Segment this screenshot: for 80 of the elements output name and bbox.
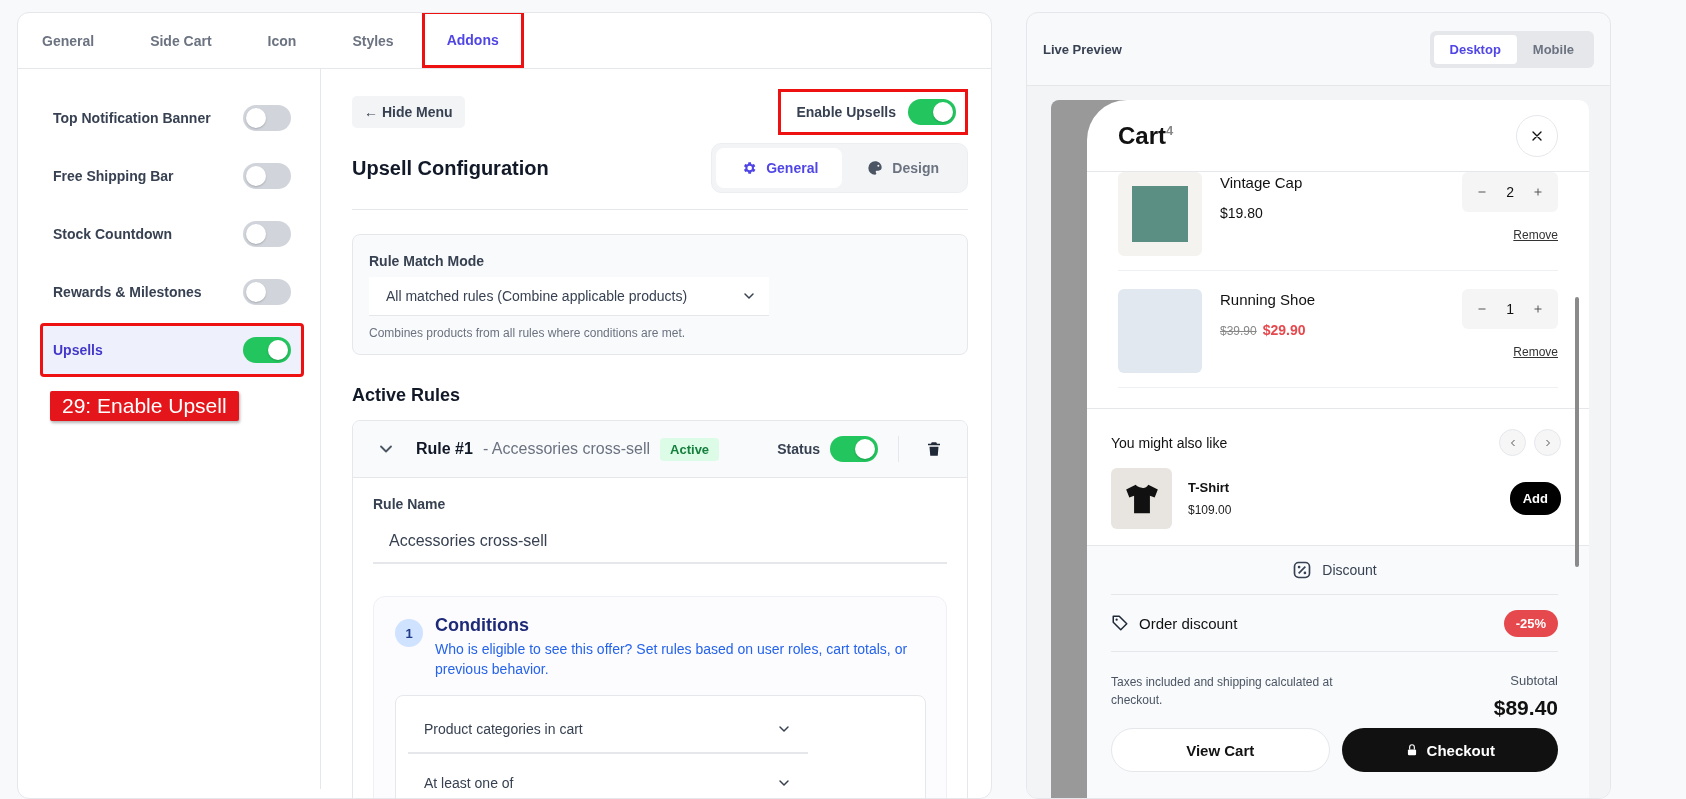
trash-icon[interactable] <box>925 440 943 458</box>
palette-icon <box>867 160 884 176</box>
device-tab[interactable]: Desktop <box>1433 34 1517 64</box>
quantity-stepper[interactable]: 1 <box>1462 289 1558 329</box>
discount-badge: -25% <box>1503 609 1558 637</box>
conditions-title: Conditions <box>435 615 530 636</box>
product-price: $29.90 <box>1262 322 1306 338</box>
conditions-description: Who is eligible to see this offer? Set rules based on user roles, cart totals, or previous behavior. <box>435 640 909 679</box>
plus-icon <box>1532 186 1544 198</box>
next-button[interactable] <box>1534 429 1561 456</box>
add-button[interactable]: Add <box>1509 482 1561 515</box>
sidebar-item-label: Stock Countdown <box>53 226 172 242</box>
remove-link[interactable]: Remove <box>1513 228 1558 242</box>
order-discount-label: Order discount <box>1139 614 1238 632</box>
checkout-button[interactable]: Checkout <box>1341 728 1558 772</box>
sidebar-item-label: Top Notification Banner <box>53 110 211 126</box>
tax-note: Taxes included and shipping calculated at checkout. <box>1111 674 1334 709</box>
close-button[interactable] <box>1516 114 1558 157</box>
previous-button[interactable] <box>1499 429 1526 456</box>
quantity-value: 1 <box>1506 301 1514 317</box>
rule-subtitle: - Accessories cross-sell <box>482 440 651 458</box>
toggle-switch[interactable] <box>908 99 956 125</box>
config-tab[interactable]: Design <box>842 148 963 188</box>
status-toggle[interactable] <box>830 436 878 462</box>
device-tab[interactable]: Mobile <box>1516 34 1590 64</box>
sidebar-item[interactable]: Rewards & Milestones <box>40 267 304 317</box>
subtotal-amount: $89.40 <box>1493 696 1558 720</box>
sidebar-item[interactable]: Free Shipping Bar <box>40 151 304 201</box>
tab[interactable]: Side Cart <box>122 13 240 68</box>
tab[interactable]: Addons <box>421 13 524 68</box>
toggle-switch[interactable] <box>243 221 291 247</box>
field-label: Rule Name <box>373 496 447 512</box>
quantity-stepper[interactable]: 2 <box>1462 172 1558 212</box>
product-name: Running Shoe <box>1220 291 1317 308</box>
toggle-switch[interactable] <box>243 337 291 363</box>
enable-upsells-control[interactable]: Enable Upsells <box>778 89 968 135</box>
rule-match-select[interactable]: All matched rules (Combine applicable products) <box>369 277 769 316</box>
plus-icon <box>1532 303 1544 315</box>
sidebar-item[interactable]: Top Notification Banner <box>40 93 304 143</box>
sidebar-item-label: Rewards & Milestones <box>53 284 202 300</box>
enable-upsells-label: Enable Upsells <box>796 104 896 120</box>
tab[interactable]: General <box>30 13 123 68</box>
scrollbar[interactable] <box>1575 297 1579 567</box>
help-text: Combines products from all rules where conditions are met. <box>369 326 687 340</box>
view-cart-button[interactable]: View Cart <box>1111 728 1330 772</box>
discount-label: Discount <box>1322 562 1377 578</box>
product-name: Vintage Cap <box>1220 174 1304 191</box>
toggle-switch[interactable] <box>243 163 291 189</box>
toggle-switch[interactable] <box>243 105 291 131</box>
sidebar-item[interactable]: Stock Countdown <box>40 209 304 259</box>
subtotal-label: Subtotal <box>1509 673 1558 688</box>
product-price: $19.80 <box>1220 205 1263 221</box>
step-number: 1 <box>395 619 423 647</box>
upsell-title: You might also like <box>1111 434 1228 451</box>
rule-name-field[interactable]: Accessories cross-sell <box>373 520 947 564</box>
preview-title: Live Preview <box>1043 41 1122 57</box>
cart-title: Cart$^{4}$ <box>1118 121 1174 150</box>
sidebar-item-label: Free Shipping Bar <box>53 168 174 184</box>
product-price: $109.00 <box>1188 503 1232 517</box>
quantity-value: 2 <box>1506 184 1514 200</box>
remove-link[interactable]: Remove <box>1513 345 1558 359</box>
status-badge: Active <box>660 437 720 461</box>
percent-icon <box>1292 560 1313 580</box>
annotation-label: 29: Enable Upsell <box>50 391 239 421</box>
field-label: Rule Match Mode <box>369 253 486 269</box>
section-title: Active Rules <box>352 385 462 406</box>
config-tab[interactable]: General <box>716 148 843 188</box>
hide-menu-button[interactable]: ← Hide Menu <box>352 96 465 128</box>
status-label: Status <box>777 441 820 457</box>
original-price: $39.90 <box>1220 324 1257 338</box>
tag-icon <box>1111 614 1129 632</box>
toggle-switch[interactable] <box>243 279 291 305</box>
tab[interactable]: Icon <box>239 13 325 68</box>
sidebar-item-label: Upsells <box>53 342 103 358</box>
section-title: Upsell Configuration <box>352 156 549 180</box>
product-name: T-Shirt <box>1188 480 1231 495</box>
gear-icon <box>741 160 758 176</box>
sidebar-item[interactable]: Upsells <box>40 323 304 377</box>
rule-title: Rule #1 <box>416 440 473 458</box>
tab[interactable]: Styles <box>324 13 422 68</box>
